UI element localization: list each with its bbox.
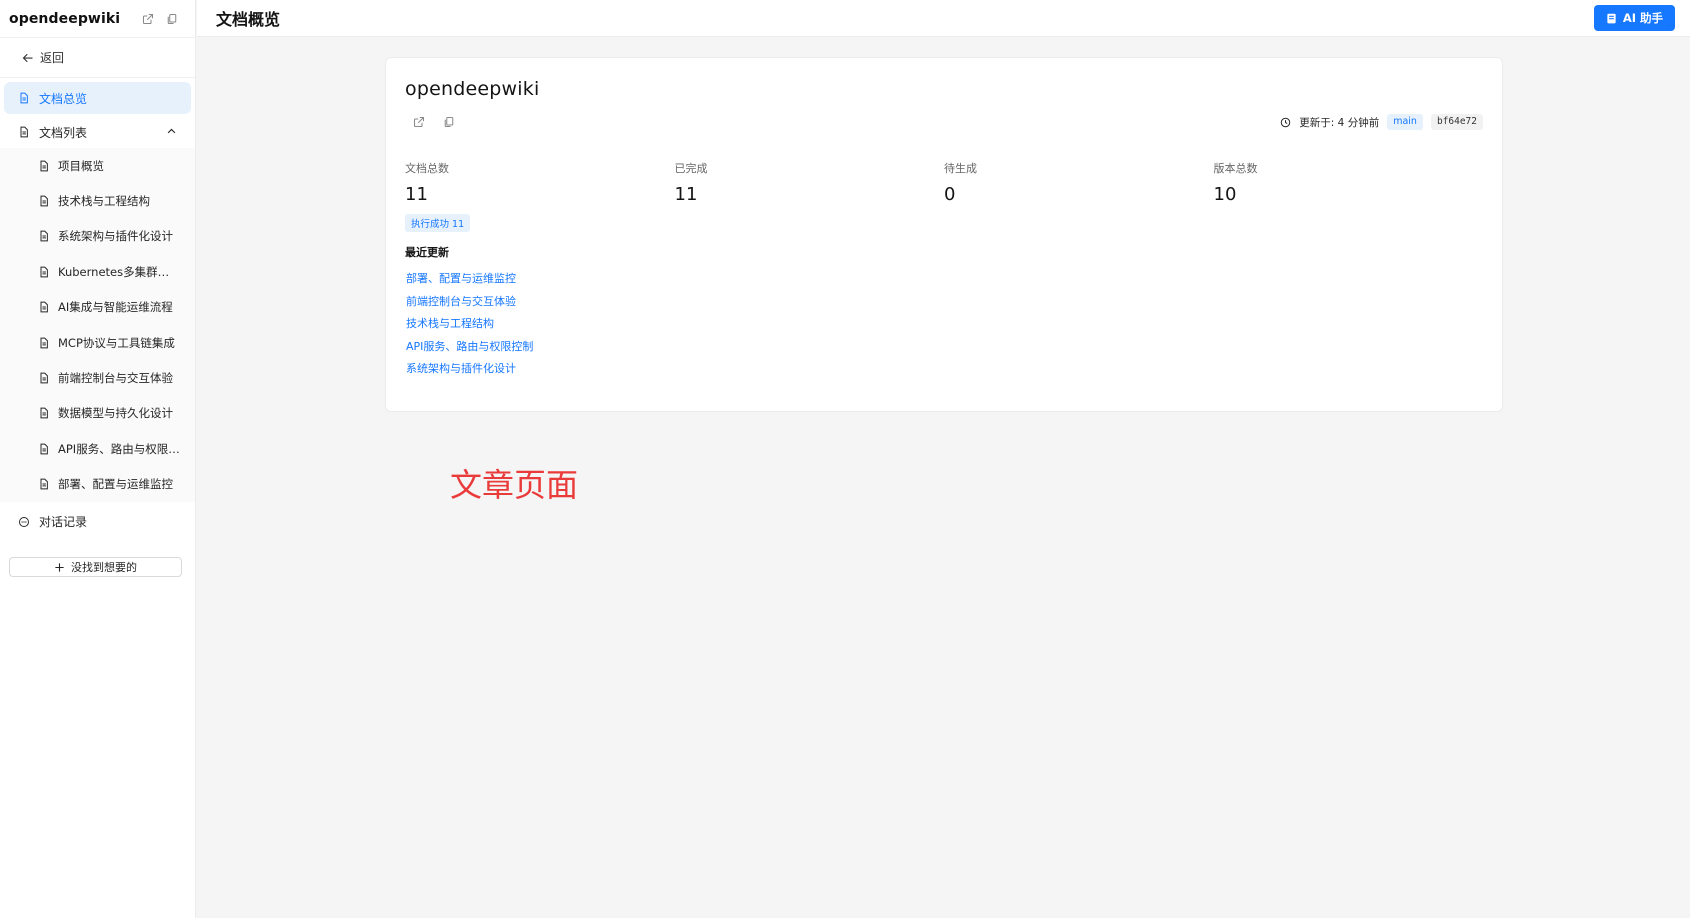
stat-label: 版本总数 <box>1213 162 1258 175</box>
doc-list-item[interactable]: MCP协议与工具链集成 <box>4 325 191 360</box>
ai-assistant-button[interactable]: AI 助手 <box>1593 5 1675 31</box>
document-icon <box>20 126 28 138</box>
not-found-button[interactable]: 没找到想要的 <box>9 557 182 577</box>
stat-versions: 版本总数 10 <box>1214 160 1484 205</box>
success-badge: 执行成功 11 <box>405 214 471 232</box>
document-icon <box>40 266 48 278</box>
doc-list-item[interactable]: 技术栈与工程结构 <box>4 183 191 218</box>
external-link-icon[interactable] <box>141 12 155 26</box>
sidebar-item-label: 对话记录 <box>39 515 88 530</box>
stat-value: 11 <box>405 184 428 205</box>
doc-list-item[interactable]: AI集成与智能运维流程 <box>4 290 191 325</box>
arrow-left-icon <box>22 53 33 62</box>
doc-list-item[interactable]: 前端控制台与交互体验 <box>4 360 191 395</box>
document-icon <box>40 231 48 242</box>
sidebar-item-overview[interactable]: 文档总览 <box>4 82 191 114</box>
doc-list-item-label: 系统架构与插件化设计 <box>58 229 173 244</box>
chat-icon <box>19 516 29 527</box>
doc-list-item-label: 数据模型与持久化设计 <box>58 406 173 421</box>
stat-pending: 待生成 0 <box>944 160 1214 205</box>
repo-title: opendeepwiki <box>405 78 540 100</box>
document-icon <box>40 408 48 419</box>
not-found-label: 没找到想要的 <box>71 561 137 574</box>
document-icon <box>40 160 48 172</box>
stat-value: 11 <box>674 184 698 205</box>
ai-assistant-label: AI 助手 <box>1622 11 1663 25</box>
stat-label: 文档总数 <box>405 162 449 175</box>
external-link-icon[interactable] <box>412 115 426 129</box>
app-title: opendeepwiki <box>9 10 121 27</box>
document-icon <box>40 478 48 490</box>
sidebar-item-doc-list[interactable]: 文档列表 <box>4 116 191 148</box>
doc-list-item-label: AI集成与智能运维流程 <box>58 300 173 315</box>
sidebar-item-chat-history[interactable]: 对话记录 <box>4 506 191 538</box>
copy-icon[interactable] <box>442 115 456 129</box>
robot-icon <box>1607 13 1616 23</box>
recent-update-link[interactable]: 系统架构与插件化设计 <box>405 358 1483 381</box>
back-label: 返回 <box>40 51 65 65</box>
recent-update-link[interactable]: 部署、配置与运维监控 <box>405 268 1483 291</box>
back-button[interactable]: 返回 <box>0 38 195 78</box>
commit-tag: bf64e72 <box>1430 114 1483 130</box>
chevron-up-icon <box>167 128 176 134</box>
doc-sub-list: 项目概览 技术栈与工程结构 系统架构与插件化设计 Kubernetes多集群管理… <box>0 148 195 502</box>
stat-total-docs: 文档总数 11 <box>405 160 675 205</box>
branch-tag: main <box>1387 114 1423 130</box>
stat-value: 0 <box>944 184 956 205</box>
overview-card: opendeepwiki 更新于: 4 分钟前 main bf64e72 文档总… <box>385 57 1503 412</box>
doc-list-item-label: 项目概览 <box>58 158 104 173</box>
stat-completed: 已完成 11 <box>675 160 945 205</box>
annotation-text: 文章页面 <box>450 466 579 504</box>
recent-updates-title: 最近更新 <box>405 246 449 259</box>
document-icon <box>40 443 48 455</box>
sidebar-item-label: 文档列表 <box>39 125 88 140</box>
copy-icon[interactable] <box>165 12 179 26</box>
page-title: 文档概览 <box>216 10 281 29</box>
doc-list-item[interactable]: 部署、配置与运维监控 <box>4 467 191 502</box>
document-icon <box>40 301 48 313</box>
doc-list-item-label: Kubernetes多集群管理与资源操作 <box>58 264 180 279</box>
clock-icon <box>1281 117 1291 127</box>
stat-label: 待生成 <box>944 162 977 175</box>
recent-update-link[interactable]: API服务、路由与权限控制 <box>405 336 1483 359</box>
doc-list-item[interactable]: 系统架构与插件化设计 <box>4 219 191 254</box>
repo-meta: 更新于: 4 分钟前 main bf64e72 <box>1280 114 1483 130</box>
recent-update-link[interactable]: 技术栈与工程结构 <box>405 313 1483 336</box>
sidebar: opendeepwiki 返回 文档总览 文档列表 项目概览 技术栈与工程结构 <box>0 0 196 918</box>
document-icon <box>40 337 48 349</box>
updated-time: 更新于: 4 分钟前 <box>1299 116 1380 129</box>
recent-updates-list: 部署、配置与运维监控 前端控制台与交互体验 技术栈与工程结构 API服务、路由与… <box>405 268 1483 381</box>
doc-list-item[interactable]: Kubernetes多集群管理与资源操作 <box>4 254 191 289</box>
doc-list-item-label: 技术栈与工程结构 <box>58 194 150 209</box>
doc-list-item-label: API服务、路由与权限控制 <box>58 441 180 456</box>
recent-update-link[interactable]: 前端控制台与交互体验 <box>405 291 1483 314</box>
doc-list-item-label: 前端控制台与交互体验 <box>58 371 173 386</box>
stat-label: 已完成 <box>674 162 708 175</box>
sidebar-header: opendeepwiki <box>0 0 195 38</box>
document-icon <box>40 372 48 384</box>
top-bar: 文档概览 AI 助手 <box>197 0 1690 37</box>
stats-row: 文档总数 11 已完成 11 待生成 0 版本总数 10 <box>405 160 1483 205</box>
doc-list-item[interactable]: 数据模型与持久化设计 <box>4 396 191 431</box>
doc-list-item[interactable]: 项目概览 <box>4 148 191 183</box>
stat-value: 10 <box>1213 184 1237 205</box>
doc-list-item-label: MCP协议与工具链集成 <box>58 335 175 350</box>
doc-list-item[interactable]: API服务、路由与权限控制 <box>4 431 191 466</box>
document-icon <box>40 195 48 207</box>
document-icon <box>20 92 28 104</box>
sidebar-item-label: 文档总览 <box>39 91 88 106</box>
plus-icon <box>55 562 64 572</box>
doc-list-item-label: 部署、配置与运维监控 <box>58 477 173 492</box>
